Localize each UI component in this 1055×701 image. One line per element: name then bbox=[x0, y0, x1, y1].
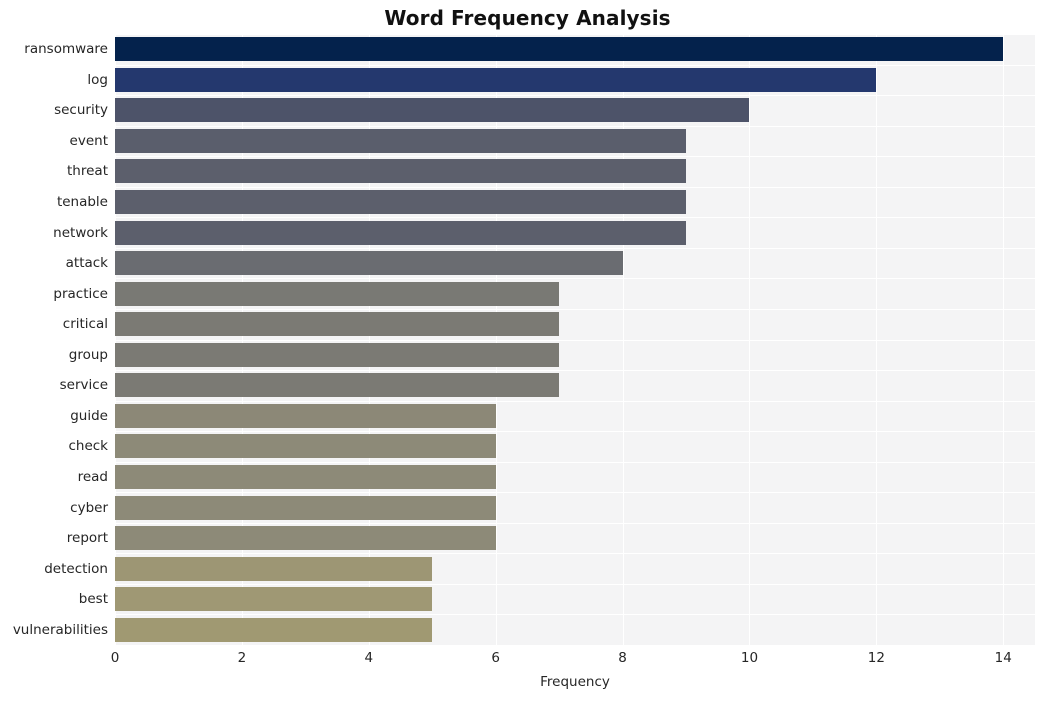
y-tick-label: read bbox=[77, 468, 108, 485]
bar bbox=[115, 464, 496, 489]
x-tick-label: 14 bbox=[994, 650, 1012, 666]
y-tick-label: best bbox=[78, 591, 108, 608]
y-tick-label: cyber bbox=[70, 499, 108, 516]
x-axis-title: Frequency bbox=[540, 674, 610, 690]
x-tick-label: 4 bbox=[364, 650, 374, 666]
y-tick-label: ransomware bbox=[24, 41, 108, 58]
x-tick-label: 10 bbox=[740, 650, 759, 666]
bar bbox=[115, 373, 560, 398]
y-tick-label: network bbox=[53, 224, 108, 241]
bar bbox=[115, 587, 433, 612]
bar bbox=[115, 251, 623, 276]
bar bbox=[115, 37, 1004, 62]
bar bbox=[115, 312, 560, 337]
bar bbox=[115, 220, 687, 245]
chart-figure: Word Frequency Analysis ransomware log sec… bbox=[0, 0, 1055, 701]
x-tick-label: 6 bbox=[491, 650, 500, 666]
x-axis-tick-labels: 0 2 4 6 8 10 12 14 bbox=[111, 650, 1035, 670]
y-tick-label: tenable bbox=[56, 194, 108, 211]
y-tick-label: attack bbox=[65, 255, 108, 272]
bar bbox=[115, 526, 496, 551]
chart-title: Word Frequency Analysis bbox=[384, 6, 671, 30]
y-tick-label: log bbox=[87, 71, 108, 88]
y-tick-label: guide bbox=[70, 407, 108, 424]
bar bbox=[115, 434, 496, 459]
bar bbox=[115, 190, 687, 215]
x-tick-label: 0 bbox=[110, 650, 120, 666]
y-tick-label: vulnerabilities bbox=[12, 621, 108, 638]
x-tick-label: 8 bbox=[618, 650, 627, 666]
horizontal-gridline bbox=[115, 645, 1035, 646]
y-tick-label: check bbox=[68, 438, 108, 455]
bar bbox=[115, 281, 560, 306]
bar bbox=[115, 495, 496, 520]
y-tick-label: threat bbox=[67, 163, 108, 180]
y-tick-label: report bbox=[66, 530, 108, 547]
x-tick-label: 12 bbox=[867, 650, 885, 666]
y-tick-label: group bbox=[68, 346, 108, 363]
y-axis-tick-labels: ransomware log security event threat tenable n… bbox=[0, 34, 108, 645]
bar bbox=[115, 159, 687, 184]
y-tick-label: security bbox=[54, 102, 108, 119]
bar bbox=[115, 67, 877, 92]
y-tick-label: service bbox=[59, 377, 108, 394]
y-tick-label: detection bbox=[44, 560, 108, 577]
y-tick-label: event bbox=[69, 132, 108, 149]
y-tick-label: critical bbox=[62, 316, 108, 333]
x-tick-label: 2 bbox=[237, 650, 247, 666]
bar bbox=[115, 617, 433, 642]
bar bbox=[115, 403, 496, 428]
bar bbox=[115, 98, 750, 123]
bar bbox=[115, 128, 687, 153]
y-tick-label: practice bbox=[53, 285, 108, 302]
bar-series bbox=[115, 34, 1035, 645]
bar bbox=[115, 342, 560, 367]
bar bbox=[115, 556, 433, 581]
plot-area bbox=[115, 34, 1035, 646]
